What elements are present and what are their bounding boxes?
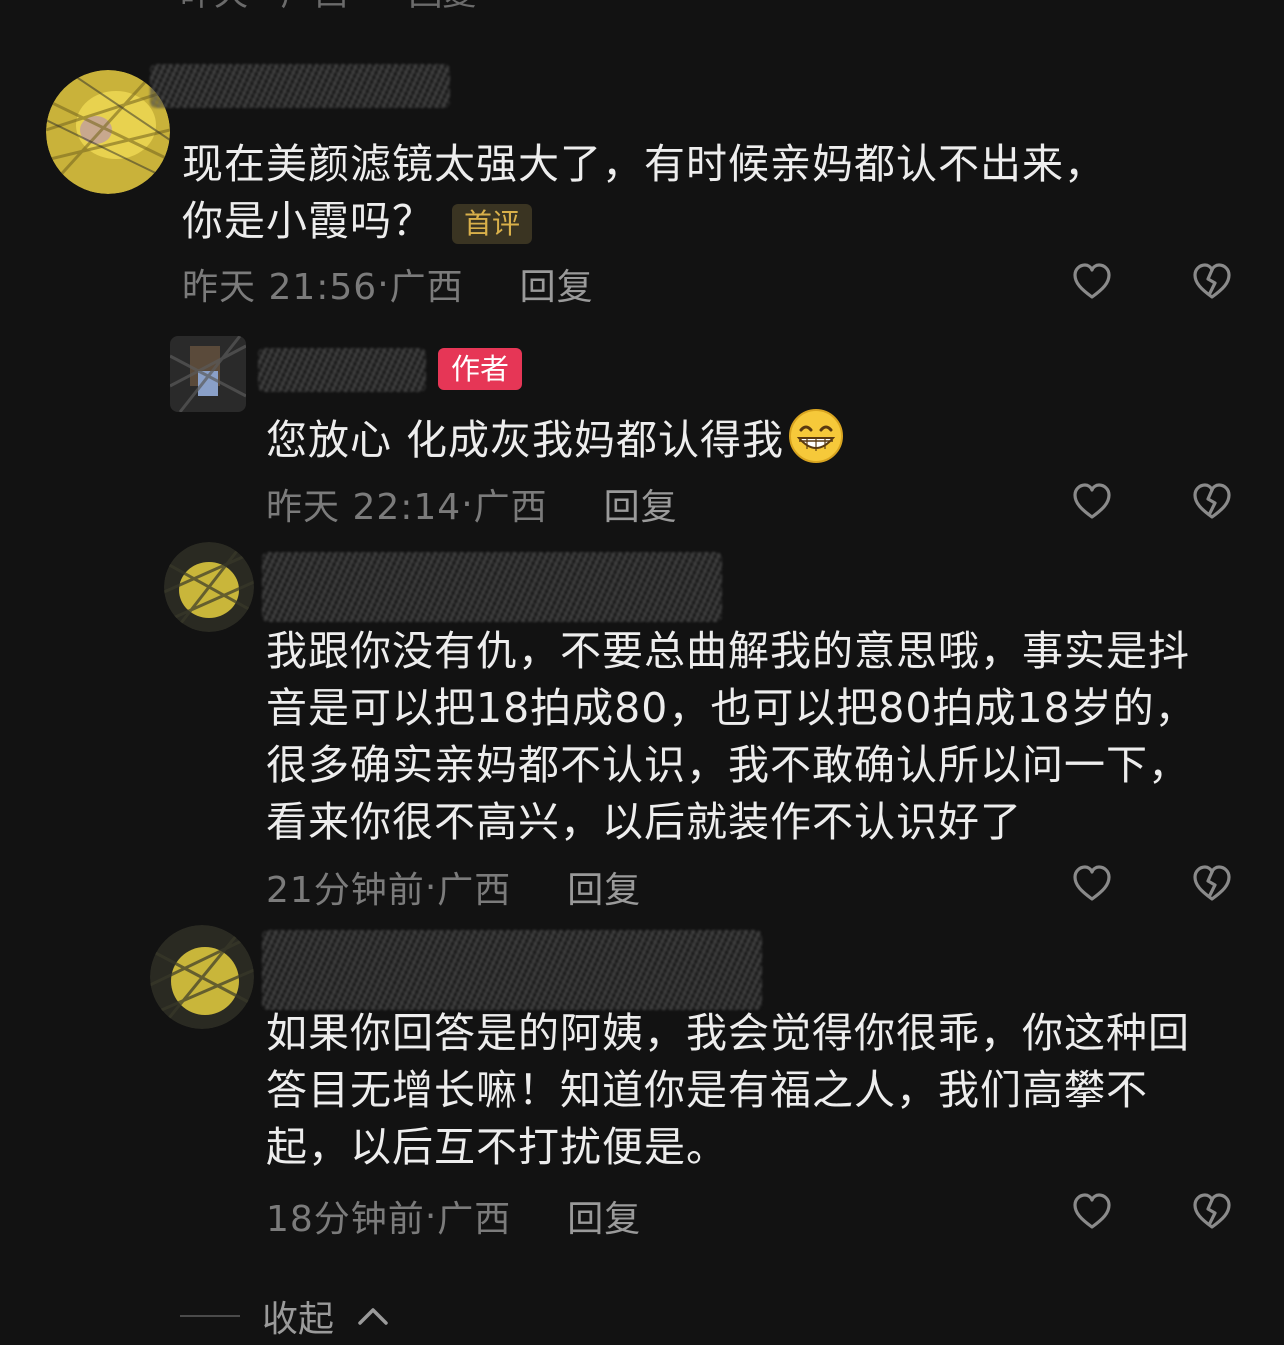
comment-meta: 昨天 21:56 · 广西 回复 — [182, 258, 594, 310]
comment-location: 广西 — [389, 267, 464, 308]
comment-meta: 21分钟前 · 广西 回复 — [266, 861, 641, 913]
cutoff-reply-button[interactable]: 回复 — [408, 0, 476, 15]
meta-dot: · — [377, 263, 390, 305]
cutoff-meta-row: 昨天 · 广西 回复 — [180, 0, 476, 14]
heart-outline-icon[interactable] — [1071, 863, 1113, 905]
comment-text-body: 如果你回答是的阿姨，我会觉得你很乖，你这种回答目无增长嘛！知道你是有福之人，我们… — [266, 1009, 1190, 1171]
comment-meta: 昨天 22:14 · 广西 回复 — [266, 478, 678, 530]
meta-dot: · — [424, 866, 438, 908]
comment-text: 现在美颜滤镜太强大了，有时候亲妈都认不出来，你是小霞吗？ 首评 — [182, 136, 1142, 250]
comment-time: 昨天 22:14 — [266, 487, 462, 528]
comment-meta: 18分钟前 · 广西 回复 — [266, 1190, 641, 1242]
grin-emoji-icon — [789, 409, 844, 463]
avatar[interactable] — [170, 336, 246, 412]
heart-outline-icon[interactable] — [1071, 261, 1113, 303]
chevron-up-icon — [358, 1308, 388, 1325]
comment-text-body: 现在美颜滤镜太强大了，有时候亲妈都认不出来，你是小霞吗？ — [182, 140, 1106, 245]
comment-text: 我跟你没有仇，不要总曲解我的意思哦，事实是抖音是可以把18拍成80，也可以把80… — [266, 623, 1226, 851]
avatar[interactable] — [164, 542, 254, 632]
collapse-label: 收起 — [262, 1299, 335, 1340]
comment-text: 如果你回答是的阿姨，我会觉得你很乖，你这种回答目无增长嘛！知道你是有福之人，我们… — [266, 1005, 1226, 1176]
comment-location: 广西 — [437, 1199, 512, 1240]
heart-outline-icon[interactable] — [1071, 481, 1113, 523]
cutoff-meta-text: 昨天 · 广西 — [180, 0, 348, 15]
author-badge: 作者 — [438, 348, 523, 390]
divider-line — [180, 1315, 240, 1317]
broken-heart-icon[interactable] — [1191, 863, 1233, 905]
comment-text-body: 我跟你没有仇，不要总曲解我的意思哦，事实是抖音是可以把18拍成80，也可以把80… — [266, 627, 1197, 846]
avatar[interactable] — [150, 925, 254, 1029]
comment-text: 您放心 化成灰我妈都认得我 — [266, 408, 1226, 469]
collapse-replies-button[interactable]: 收起 — [180, 1290, 390, 1342]
username-redacted — [258, 348, 426, 392]
meta-dot: · — [461, 483, 474, 525]
reply-button[interactable]: 回复 — [567, 1190, 641, 1242]
reply-button[interactable]: 回复 — [604, 478, 678, 530]
first-comment-badge: 首评 — [452, 204, 533, 244]
username-redacted — [262, 552, 722, 622]
broken-heart-icon[interactable] — [1191, 1191, 1233, 1233]
comment-location: 广西 — [473, 487, 548, 528]
heart-outline-icon[interactable] — [1071, 1191, 1113, 1233]
comment-location: 广西 — [437, 870, 512, 911]
username-redacted — [150, 64, 450, 108]
broken-heart-icon[interactable] — [1191, 481, 1233, 523]
comment-time: 21分钟前 — [266, 870, 425, 911]
comment-time: 昨天 21:56 — [182, 267, 378, 308]
reply-button[interactable]: 回复 — [520, 258, 594, 310]
broken-heart-icon[interactable] — [1191, 261, 1233, 303]
meta-dot: · — [424, 1195, 438, 1237]
reply-button[interactable]: 回复 — [567, 861, 641, 913]
comment-time: 18分钟前 — [266, 1199, 425, 1240]
comment-thread: 昨天 · 广西 回复 现在美颜滤镜太强大了，有时候亲妈都认不出来，你是小霞吗？首… — [0, 0, 1284, 1345]
username-redacted — [262, 930, 762, 1010]
comment-text-body: 您放心 化成灰我妈都认得我 — [266, 416, 785, 464]
